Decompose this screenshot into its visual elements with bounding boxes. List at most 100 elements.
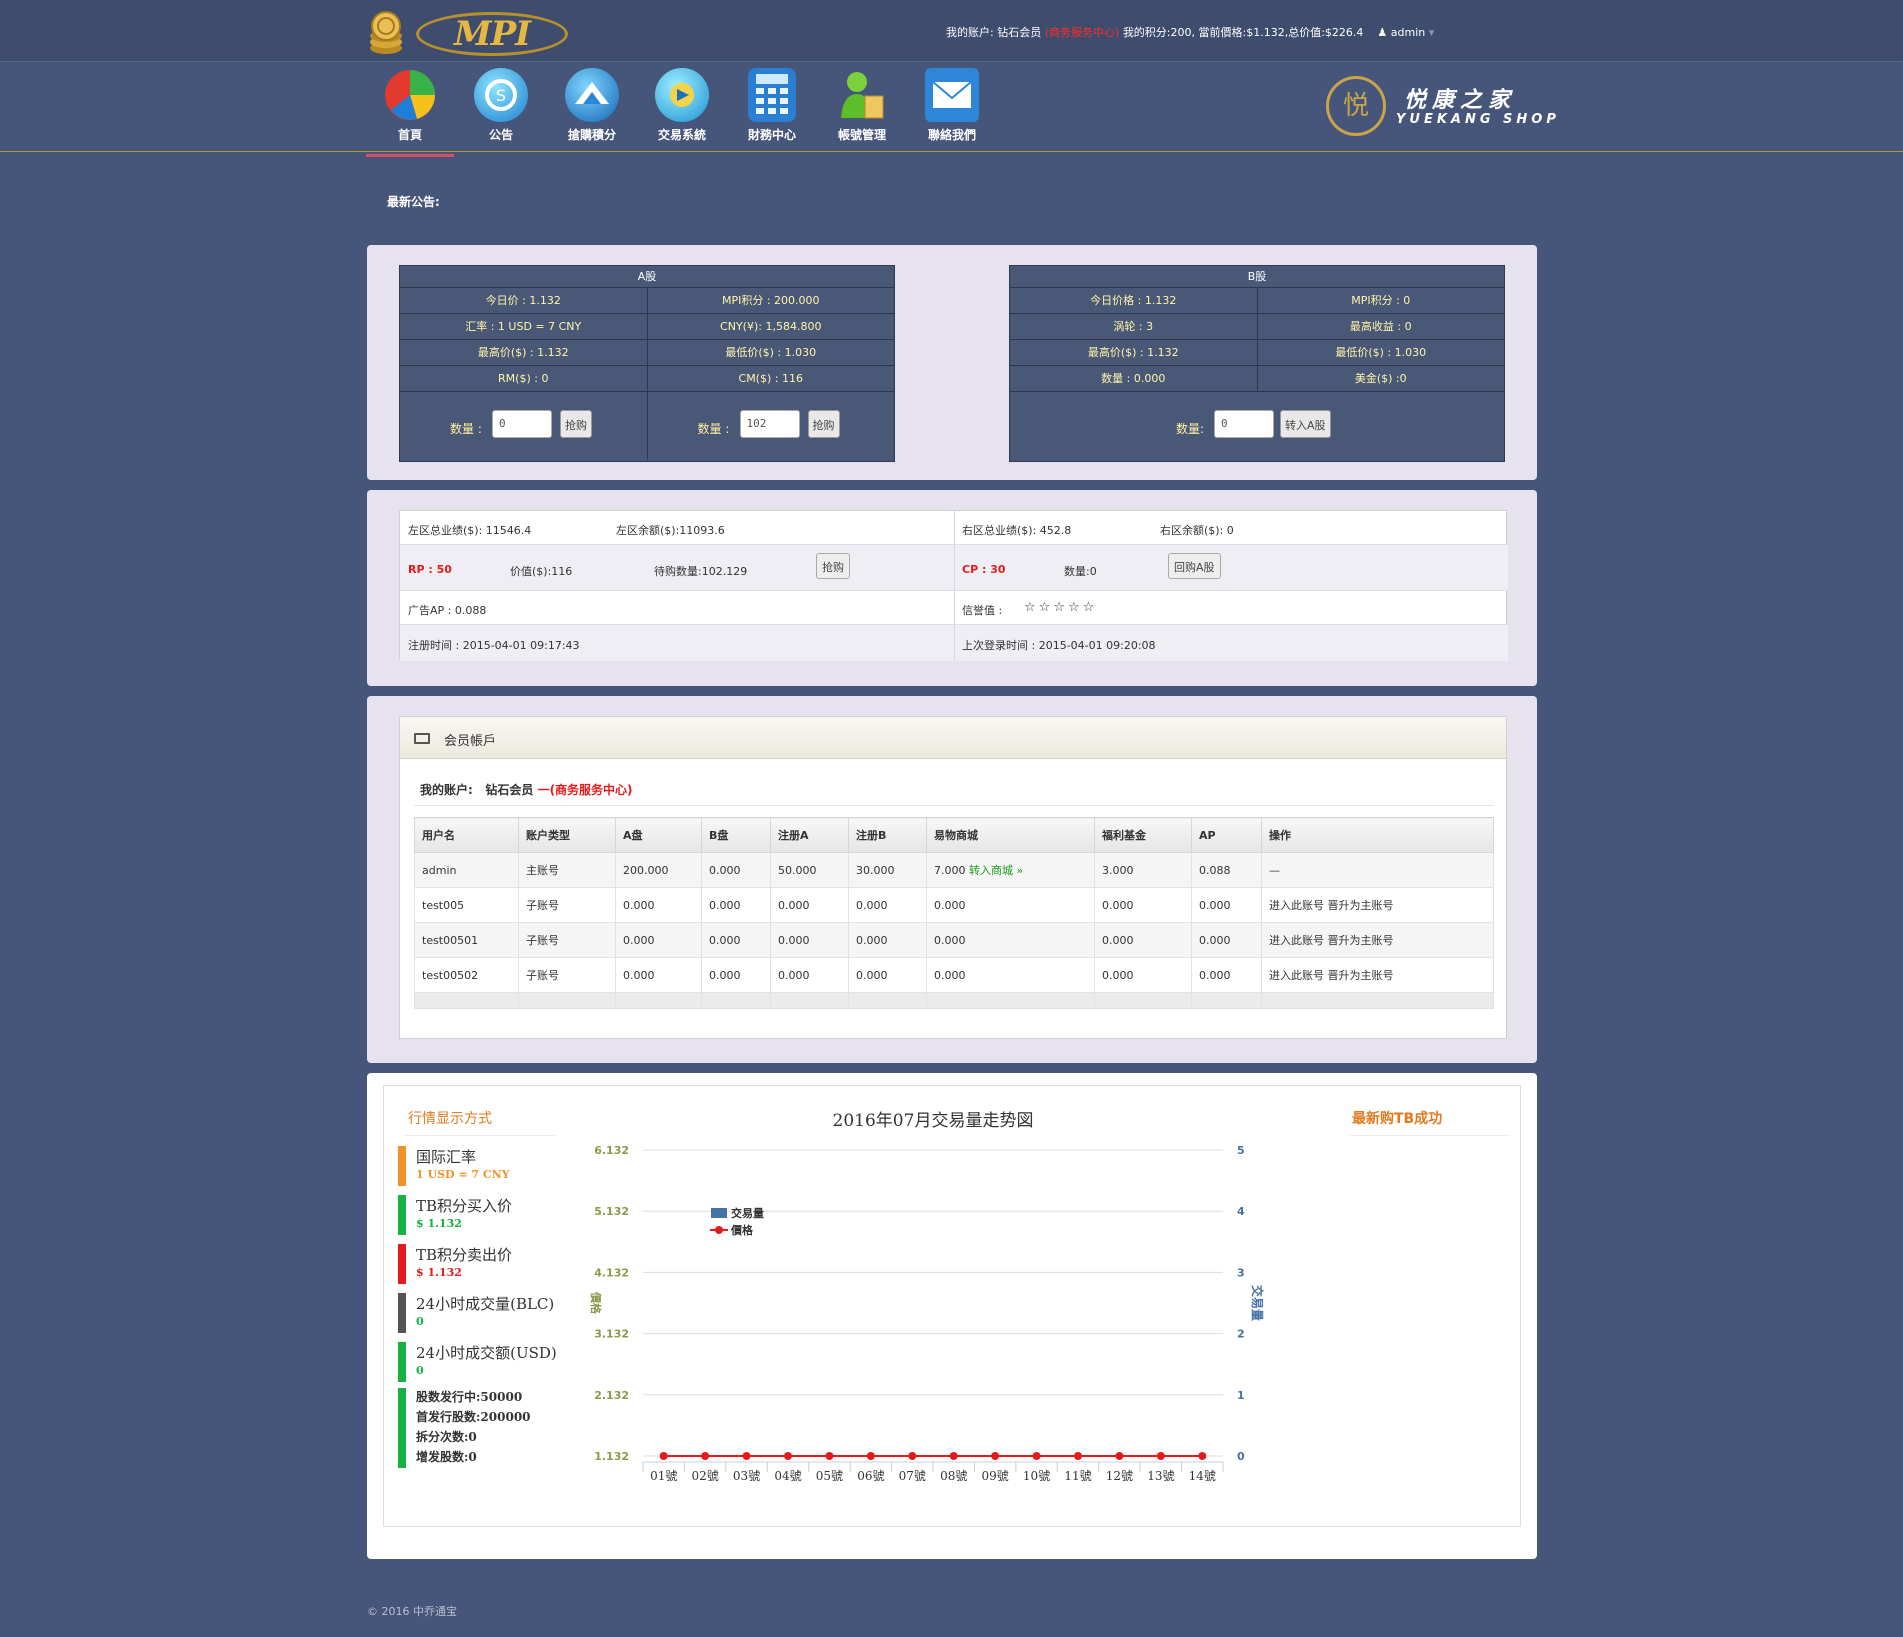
stock-b-cell: 最高收益 : 0	[1256, 314, 1505, 339]
y-tick-label: 1.132	[594, 1450, 629, 1463]
market-box: 行情显示方式 国际汇率 1 USD = 7 CNY TB积分买入价 $ 1.132 TB…	[383, 1085, 1521, 1527]
copyright: © 2016 中乔通宝	[367, 1605, 457, 1618]
col-type[interactable]: 账户类型	[518, 817, 616, 853]
cell-reg-b: 0.000	[848, 922, 927, 958]
pie-chart-icon	[383, 68, 437, 122]
username-dropdown[interactable]: admin	[1391, 26, 1425, 39]
stock-b-cell: 美金($) :0	[1256, 366, 1505, 391]
y2-tick-label: 3	[1237, 1266, 1245, 1279]
nav-label-contact: 聯絡我們	[927, 128, 976, 142]
legend-volume-swatch	[711, 1208, 727, 1218]
enter-account-link[interactable]: 进入此账号 晋升为主账号	[1261, 957, 1494, 993]
qty-label: 数量 :	[450, 422, 482, 436]
stock-a-cell: RM($) : 0	[498, 372, 549, 385]
market-item-bar	[398, 1195, 406, 1235]
stock-a-cell: 汇率 : 1 USD = 7 CNY	[465, 320, 582, 333]
cell-a: 0.000	[615, 922, 702, 958]
nav-home[interactable]: 首頁	[366, 68, 454, 157]
price-point	[701, 1452, 710, 1460]
col-username[interactable]: 用户名	[414, 817, 519, 853]
account-level: 钻石会员	[485, 783, 534, 797]
mall-value: 7.000	[934, 864, 966, 877]
nav-label-finance: 財務中心	[747, 128, 796, 142]
brand-name-en: YUEKANG SHOP	[1396, 112, 1560, 127]
qty-input-right[interactable]: 102	[739, 410, 800, 438]
col-fund[interactable]: 福利基金	[1094, 817, 1192, 853]
col-mall[interactable]: 易物商城	[926, 817, 1095, 853]
stock-a-box: A股 今日价 : 1.132 MPI积分 : 200.000 汇率 : 1 USD…	[399, 265, 895, 462]
nav-trading[interactable]: 交易系統	[642, 68, 722, 143]
x-tick-label: 04號	[774, 1469, 801, 1483]
mpi-logo[interactable]: MPI	[416, 12, 568, 56]
col-b[interactable]: B盘	[701, 817, 771, 853]
market-item: TB积分卖出价 $ 1.132	[398, 1244, 558, 1284]
service-center-link[interactable]: 一(商务服务中心)	[538, 783, 633, 797]
cell-ops: —	[1261, 852, 1494, 888]
x-tick-label: 03號	[733, 1469, 760, 1483]
nav-contact[interactable]: 聯絡我們	[912, 68, 992, 143]
market-item-bar	[398, 1342, 406, 1382]
stock-a-cell: CNY(¥): 1,584.800	[646, 314, 895, 339]
qty-input-b[interactable]: 0	[1214, 410, 1274, 438]
coin-logo-icon	[366, 10, 406, 56]
col-a[interactable]: A盘	[615, 817, 702, 853]
stock-a-buy-right: 数量 : 102 抢购	[646, 392, 895, 460]
buy-button-right[interactable]: 抢购	[807, 410, 840, 438]
cell-reg-a: 0.000	[770, 957, 849, 993]
stat-split: 拆分次数:0	[416, 1430, 477, 1444]
brand-emblem-icon: 悦	[1326, 76, 1386, 136]
credit-label: 信誉值 :	[962, 604, 1003, 617]
stock-b-cell: MPI积分 : 0	[1256, 288, 1505, 313]
x-tick-label: 12號	[1106, 1469, 1133, 1483]
service-center-link[interactable]: (商务服务中心)	[1045, 26, 1120, 39]
col-ops[interactable]: 操作	[1261, 817, 1494, 853]
buyback-a-button[interactable]: 回购A股	[1168, 553, 1221, 579]
top-bar: MPI 我的账户: 钻石会员 (商务服务中心) 我的积分:200, 當前價格:$…	[0, 0, 1903, 62]
brand-name-cn: 悦康之家	[1404, 88, 1517, 113]
register-time: 注册时间 : 2015-04-01 09:17:43	[408, 639, 580, 652]
cell-b: 0.000	[701, 922, 771, 958]
price-point	[1115, 1452, 1124, 1460]
buy-button-left[interactable]: 抢购	[560, 410, 592, 438]
cell-user: admin	[414, 852, 519, 888]
rp-value: RP : 50	[408, 563, 452, 576]
qty-input-left[interactable]: 0	[492, 410, 552, 438]
y-tick-label: 2.132	[594, 1389, 629, 1402]
stock-a-title: A股	[400, 266, 894, 288]
col-ap[interactable]: AP	[1191, 817, 1262, 853]
market-item-bar	[398, 1244, 406, 1284]
stock-panel: A股 今日价 : 1.132 MPI积分 : 200.000 汇率 : 1 USD…	[367, 245, 1537, 480]
nav-buy-points[interactable]: 搶購積分	[552, 68, 632, 143]
cell-mall: 0.000	[926, 957, 1095, 993]
table-row: test00501 子账号 0.000 0.000 0.000 0.000 0.…	[414, 922, 1494, 958]
col-reg-b[interactable]: 注册B	[848, 817, 927, 853]
nav-finance[interactable]: 財務中心	[732, 68, 812, 143]
list-icon	[414, 733, 430, 744]
price-point	[1156, 1452, 1165, 1460]
y2-tick-label: 2	[1237, 1328, 1245, 1341]
trade-volume-chart: 2016年07月交易量走势図 6.132 5.132 4.132 3.132 2.132 1…	[589, 1111, 1265, 1483]
nav-announcement[interactable]: S 公告	[461, 68, 541, 143]
announcement-icon: S	[474, 68, 528, 122]
buy-button[interactable]: 抢购	[816, 553, 850, 579]
enter-account-link[interactable]: 进入此账号 晋升为主账号	[1261, 887, 1494, 923]
transfer-to-mall-link[interactable]: 转入商城 »	[969, 864, 1023, 877]
cell-user: test00502	[414, 957, 519, 993]
col-reg-a[interactable]: 注册A	[770, 817, 849, 853]
cell-reg-a: 0.000	[770, 887, 849, 923]
enter-account-link[interactable]: 进入此账号 晋升为主账号	[1261, 922, 1494, 958]
stock-b-cell: 数量 : 0.000	[1101, 372, 1166, 385]
transfer-to-a-button[interactable]: 转入A股	[1280, 410, 1331, 438]
x-tick-label: 05號	[816, 1469, 843, 1483]
cell-type: 子账号	[518, 957, 616, 993]
market-item-label: 24小时成交量(BLC)	[416, 1295, 555, 1313]
y-tick-label: 5.132	[594, 1205, 629, 1218]
price-point	[1074, 1452, 1082, 1460]
brand-logo: 悦 悦康之家 YUEKANG SHOP	[1326, 76, 1556, 136]
stats-bar	[398, 1388, 406, 1468]
cell-mall: 7.000 转入商城 »	[926, 852, 1095, 888]
y-tick-label: 4.132	[594, 1266, 629, 1279]
stock-b-title: B股	[1010, 266, 1504, 288]
nav-account[interactable]: 帳號管理	[822, 68, 902, 143]
caret-down-icon[interactable]: ▾	[1429, 26, 1435, 39]
